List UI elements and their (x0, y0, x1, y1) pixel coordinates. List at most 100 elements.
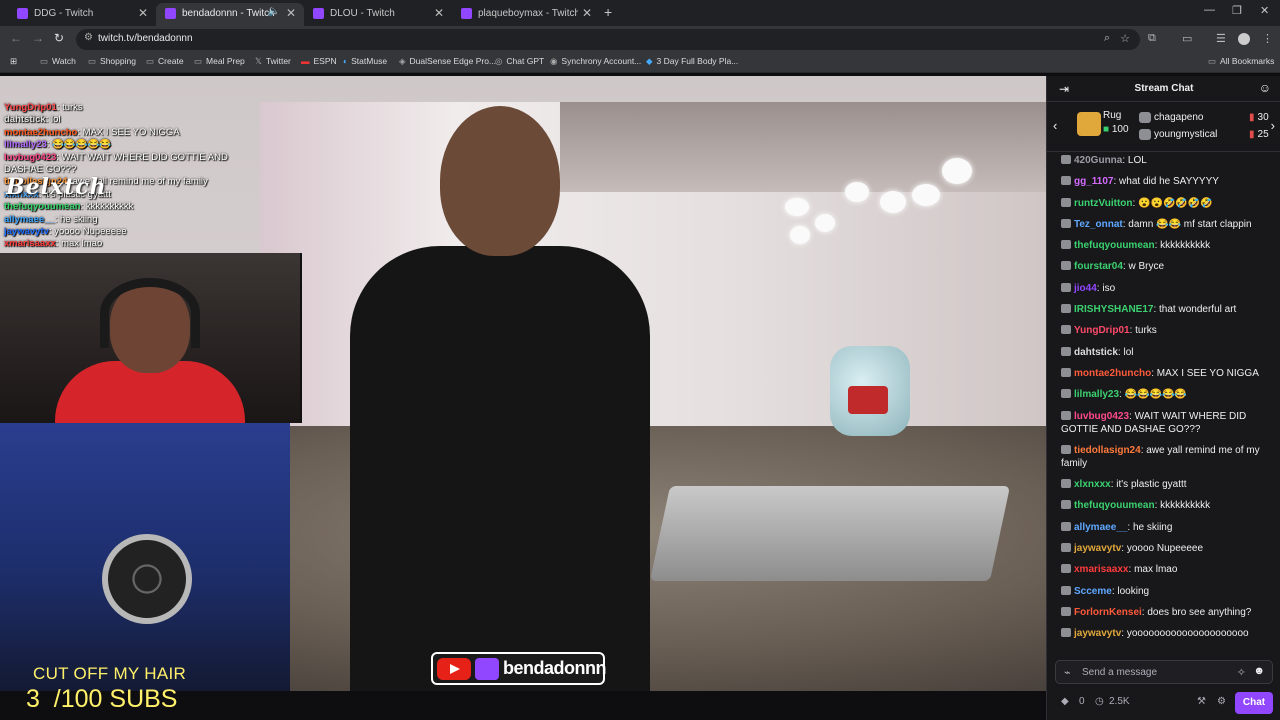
maximize-icon[interactable]: ❐ (1232, 4, 1242, 17)
chat-username[interactable]: thefuqyouumean (1074, 500, 1155, 511)
chat-message[interactable]: lilmally23: 😂😂😂😂😂 (1061, 388, 1271, 401)
address-url[interactable]: twitch.tv/bendadonnn (98, 33, 193, 44)
badge-icon[interactable] (1061, 218, 1071, 228)
badge-icon[interactable] (1061, 389, 1071, 399)
chat-username[interactable]: Scceme (1074, 586, 1112, 597)
leader-top-name[interactable]: Rug (1103, 110, 1121, 121)
chat-input-placeholder[interactable]: Send a message (1082, 667, 1157, 678)
bookmark-synchrony[interactable]: ◉ Synchrony Account... (550, 56, 641, 67)
badge-icon[interactable] (1061, 500, 1071, 510)
menu-icon[interactable]: ⋮ (1262, 32, 1273, 45)
apps-icon[interactable]: ⊞ (10, 56, 17, 67)
chat-message[interactable]: fourstar04: w Bryce (1061, 260, 1271, 273)
chat-message[interactable]: jaywavytv: yoooo Nupeeeee (1061, 542, 1271, 555)
back-icon[interactable]: ← (10, 31, 22, 45)
chat-message[interactable]: Tez_onnat: damn 😂😂 mf start clappin (1061, 218, 1271, 231)
chat-message[interactable]: ForlornKensei: does bro see anything? (1061, 606, 1271, 619)
tab-bendadonnn[interactable]: bendadonnn - Twitch 🔈 ✕ (156, 3, 304, 26)
badge-icon[interactable] (1061, 155, 1071, 164)
chat-username[interactable]: xlxnxxx (1074, 479, 1111, 490)
chat-username[interactable]: lilmally23 (1074, 389, 1119, 400)
cast-icon[interactable]: ▭ (1182, 32, 1192, 45)
chat-message[interactable]: montae2huncho: MAX I SEE YO NIGGA (1061, 367, 1271, 380)
chat-username[interactable]: jio44 (1074, 283, 1097, 294)
chat-username[interactable]: tiedollasign24 (1074, 445, 1141, 456)
sparkle-icon[interactable]: ✧ (1237, 666, 1246, 679)
bookmark-espn[interactable]: ▬ ESPN (301, 56, 337, 66)
badge-icon[interactable] (1061, 325, 1071, 335)
bookmark-watch[interactable]: ▭ Watch (40, 56, 76, 67)
chat-message[interactable]: 420Gunna: LOL (1061, 154, 1271, 167)
badge-icon[interactable] (1061, 367, 1071, 377)
badge-icon[interactable] (1061, 606, 1071, 616)
bookmark-dualsense[interactable]: ◈ DualSense Edge Pro... (399, 56, 496, 67)
close-tab-icon[interactable]: ✕ (582, 6, 592, 20)
leader-entry[interactable]: youngmystical (1139, 129, 1217, 140)
community-icon[interactable]: ☺ (1259, 81, 1271, 95)
chat-message[interactable]: thefuqyouumean: kkkkkkkkkk (1061, 239, 1271, 252)
badge-icon[interactable] (1061, 479, 1071, 489)
all-bookmarks[interactable]: ▭ All Bookmarks (1208, 56, 1274, 67)
chat-username[interactable]: allymaee__ (1074, 522, 1127, 533)
bookmark-3-day[interactable]: ◆ 3 Day Full Body Pla... (646, 56, 738, 67)
chevron-right-icon[interactable]: › (1271, 118, 1275, 133)
chat-message[interactable]: xlxnxxx: it's plastic gyattt (1061, 478, 1271, 491)
badge-icon[interactable] (1061, 176, 1071, 186)
site-info-icon[interactable]: ⚙ (84, 32, 93, 43)
badge-icon[interactable] (1061, 444, 1071, 454)
chat-message[interactable]: dahtstick: lol (1061, 346, 1271, 359)
chat-settings-gear-icon[interactable]: ⚙ (1217, 696, 1226, 707)
reload-icon[interactable]: ↻ (54, 31, 64, 45)
chat-message[interactable]: jaywavytv: yooooooooooooooooooooo (1061, 627, 1271, 640)
chat-username[interactable]: thefuqyouumean (1074, 240, 1155, 251)
close-tab-icon[interactable]: ✕ (286, 6, 296, 20)
badge-icon[interactable] (1061, 304, 1071, 314)
emote-picker-icon[interactable]: ☻ (1253, 665, 1265, 677)
leader-entry[interactable]: chagapeno (1139, 112, 1204, 123)
chat-message[interactable]: IRISHYSHANE17: that wonderful art (1061, 303, 1271, 316)
close-tab-icon[interactable]: ✕ (138, 6, 148, 20)
badge-icon[interactable] (1061, 521, 1071, 531)
chat-username[interactable]: YungDrip01 (1074, 325, 1130, 336)
chat-username[interactable]: fourstar04 (1074, 261, 1123, 272)
minimize-icon[interactable]: — (1204, 4, 1215, 16)
chat-message[interactable]: allymaee__: he skiing (1061, 521, 1271, 534)
badge-icon[interactable] (1061, 261, 1071, 271)
chat-send-button[interactable]: Chat (1235, 692, 1273, 714)
chat-username[interactable]: montae2huncho (1074, 368, 1151, 379)
bookmark-meal-prep[interactable]: ▭ Meal Prep (194, 56, 245, 67)
bits-icon[interactable]: ◆ (1061, 696, 1069, 707)
chat-message[interactable]: gg_1107: what did he SAYYYYY (1061, 175, 1271, 188)
badge-icon[interactable] (1061, 240, 1071, 250)
chat-username[interactable]: xmarisaaxx (1074, 564, 1129, 575)
badge-icon[interactable] (1061, 410, 1071, 420)
chat-username[interactable]: IRISHYSHANE17 (1074, 304, 1153, 315)
new-tab-icon[interactable]: + (604, 4, 612, 20)
chat-settings-icon[interactable]: ⌁ (1064, 666, 1071, 679)
chat-message[interactable]: luvbug0423: WAIT WAIT WHERE DID GOTTIE A… (1061, 410, 1271, 436)
chat-username[interactable]: 420Gunna (1074, 155, 1122, 166)
badge-icon[interactable] (1061, 197, 1071, 207)
zoom-icon[interactable]: ⌕ (1104, 32, 1110, 45)
badge-icon[interactable] (1061, 346, 1071, 356)
close-tab-icon[interactable]: ✕ (434, 6, 444, 20)
tab-plaqueboymax[interactable]: plaqueboymax - Twitch ✕ (452, 3, 600, 26)
chat-message[interactable]: thefuqyouumean: kkkkkkkkkk (1061, 499, 1271, 512)
chevron-left-icon[interactable]: ‹ (1053, 118, 1057, 133)
bookmark-twitter[interactable]: 𝕏 Twitter (255, 56, 291, 67)
badge-icon[interactable] (1061, 628, 1071, 638)
forward-icon[interactable]: → (32, 31, 44, 45)
chat-input[interactable]: ⌁ Send a message ✧ ☻ (1055, 660, 1273, 684)
chat-username[interactable]: jaywavytv (1074, 543, 1121, 554)
extensions-icon[interactable]: ⧉ (1148, 32, 1156, 45)
chat-message[interactable]: Scceme: looking (1061, 585, 1271, 598)
bookmark-chatgpt[interactable]: ◎ Chat GPT (495, 56, 544, 67)
badge-icon[interactable] (1061, 543, 1071, 553)
tab-ddg[interactable]: DDG - Twitch ✕ (8, 3, 156, 26)
chat-message[interactable]: YungDrip01: turks (1061, 324, 1271, 337)
address-bar[interactable]: ⚙ twitch.tv/bendadonnn ⌕ ☆ (76, 29, 1140, 50)
bookmark-statmuse[interactable]: ◖ StatMuse (342, 56, 387, 66)
chat-username[interactable]: gg_1107 (1074, 176, 1113, 187)
chat-message[interactable]: jio44: iso (1061, 282, 1271, 295)
chat-username[interactable]: Tez_onnat (1074, 219, 1123, 230)
